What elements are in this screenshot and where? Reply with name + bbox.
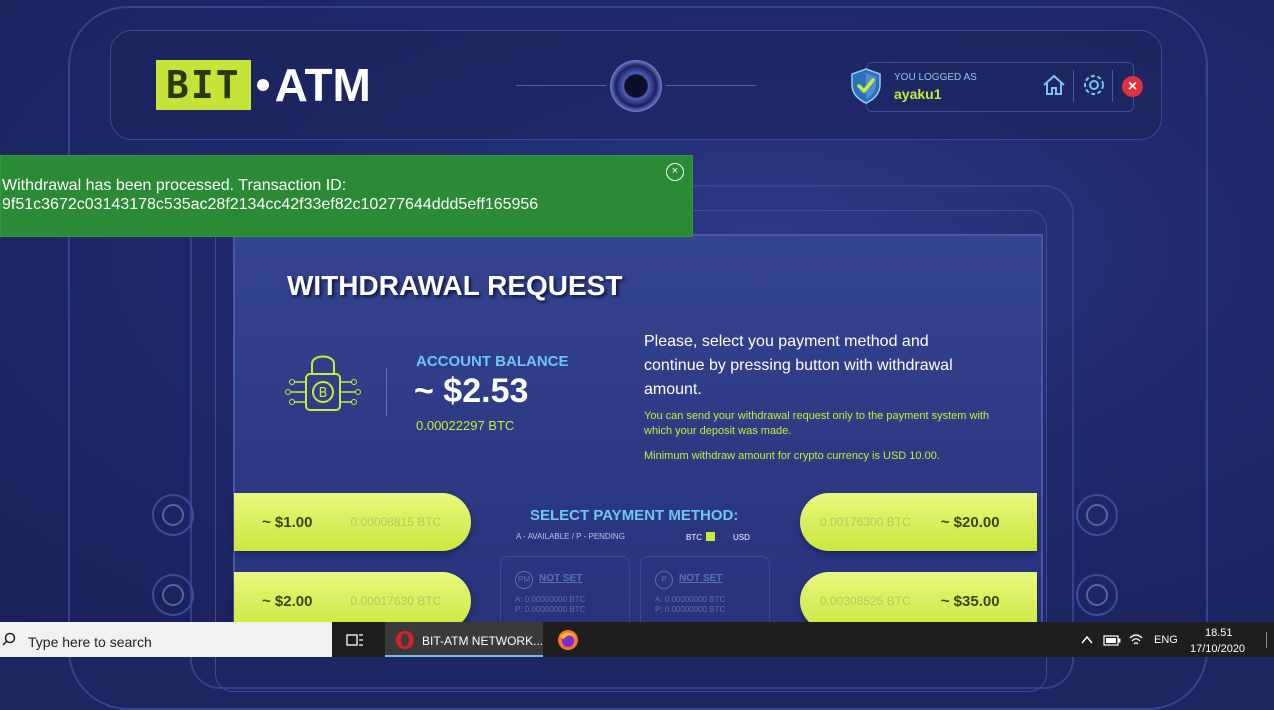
payment-status[interactable]: NOT SET <box>539 573 582 584</box>
available-balance: A: 0.00000000 BTC <box>515 595 586 604</box>
success-notification: Withdrawal has been processed. Transacti… <box>0 155 693 237</box>
instructions-text: Please, select you payment method and co… <box>644 333 953 398</box>
amount-usd: ~ $35.00 <box>940 592 1000 610</box>
withdraw-amount-button[interactable]: 0.00176300 BTC ~ $20.00 <box>800 493 1037 551</box>
page-title: WITHDRAWAL REQUEST <box>287 270 623 301</box>
logo-atm: ATM <box>274 59 371 111</box>
notification-message: Withdrawal has been processed. Transacti… <box>2 176 538 214</box>
pending-balance: P: 0.00000000 BTC <box>515 605 586 614</box>
amount-btc: 0.00308525 BTC <box>820 594 911 608</box>
firefox-icon[interactable] <box>557 629 579 651</box>
clock-time[interactable]: 18.51 <box>1205 627 1233 639</box>
username: ayaku1 <box>894 86 942 102</box>
language-indicator[interactable]: ENG <box>1154 634 1178 646</box>
amount-usd: ~ $2.00 <box>262 592 313 610</box>
show-desktop-divider[interactable] <box>1266 632 1267 648</box>
transaction-id: 9f51c3672c03143178c535ac28f2134cc42f33ef… <box>2 196 539 213</box>
payeer-icon: P <box>655 571 673 589</box>
account-balance-value: ~ $2.53 <box>414 372 529 410</box>
shield-check-icon <box>851 68 881 104</box>
camera-icon <box>610 60 662 112</box>
logged-as-label: YOU LOGGED AS <box>894 72 977 83</box>
search-placeholder: Type here to search <box>28 634 152 650</box>
decor-line <box>516 85 606 86</box>
home-icon[interactable] <box>1041 72 1067 98</box>
decor-knob <box>152 494 194 536</box>
amount-usd: ~ $1.00 <box>262 513 313 531</box>
decor-knob <box>1076 574 1118 616</box>
payment-method-card[interactable]: P NOT SET A: 0.00000000 BTC P: 0.0000000… <box>640 556 770 628</box>
bitcoin-lock-icon: B <box>285 355 361 411</box>
clock-date[interactable]: 17/10/2020 <box>1190 643 1245 655</box>
amount-btc: 0.00176300 BTC <box>820 515 911 529</box>
notification-close-icon[interactable]: × <box>666 163 684 181</box>
payment-status[interactable]: NOT SET <box>679 573 722 584</box>
logout-close-button[interactable]: × <box>1122 76 1143 97</box>
perfect-money-icon: PM <box>515 571 533 589</box>
opera-icon <box>396 631 414 649</box>
pending-balance: P: 0.00000000 BTC <box>655 605 726 614</box>
logo-bit: BIT <box>156 60 251 110</box>
deposit-note: You can send your withdrawal request onl… <box>644 410 990 437</box>
bit-atm-logo[interactable]: BIT ATM <box>156 59 371 111</box>
battery-icon[interactable] <box>1103 635 1121 646</box>
divider <box>1112 70 1113 102</box>
amount-btc: 0.00017630 BTC <box>350 594 442 608</box>
svg-text:B: B <box>319 386 328 401</box>
payment-balances: A: 0.00000000 BTC P: 0.00000000 BTC <box>655 595 725 615</box>
taskbar-app-label: BIT-ATM NETWORK... <box>422 634 544 648</box>
decor-knob <box>152 574 194 616</box>
toggle-usd-label: USD <box>733 533 750 542</box>
available-balance: A: 0.00000000 BTC <box>655 595 726 604</box>
account-balance-btc: 0.00022297 BTC <box>416 418 515 433</box>
account-balance-label: ACCOUNT BALANCE <box>416 353 569 370</box>
payment-balances: A: 0.00000000 BTC P: 0.00000000 BTC <box>515 595 585 615</box>
amount-btc: 0.00008815 BTC <box>350 515 442 529</box>
chevron-up-icon[interactable] <box>1080 634 1094 646</box>
amount-usd: ~ $20.00 <box>940 513 1000 531</box>
decor-knob <box>1076 494 1118 536</box>
toggle-switch[interactable] <box>706 532 715 541</box>
task-view-icon[interactable] <box>346 632 364 648</box>
payment-method-card[interactable]: PM NOT SET A: 0.00000000 BTC P: 0.000000… <box>500 556 630 628</box>
decor-line <box>666 85 756 86</box>
notification-line-1: Withdrawal has been processed. Transacti… <box>2 177 347 194</box>
toggle-btc-label: BTC <box>686 533 702 542</box>
withdraw-amount-button[interactable]: ~ $1.00 0.00008815 BTC <box>234 493 471 551</box>
currency-toggle[interactable]: BTC USD <box>686 532 750 542</box>
gear-icon[interactable] <box>1081 72 1107 98</box>
minimum-note: Minimum withdraw amount for crypto curre… <box>644 450 940 462</box>
search-icon <box>2 632 16 646</box>
payment-method-title: SELECT PAYMENT METHOD: <box>530 507 739 524</box>
payment-legend: A - AVAILABLE / P - PENDING <box>516 532 625 541</box>
divider <box>386 368 387 416</box>
wifi-icon[interactable] <box>1128 633 1144 647</box>
logo-dot <box>256 79 269 91</box>
divider <box>1073 70 1074 102</box>
